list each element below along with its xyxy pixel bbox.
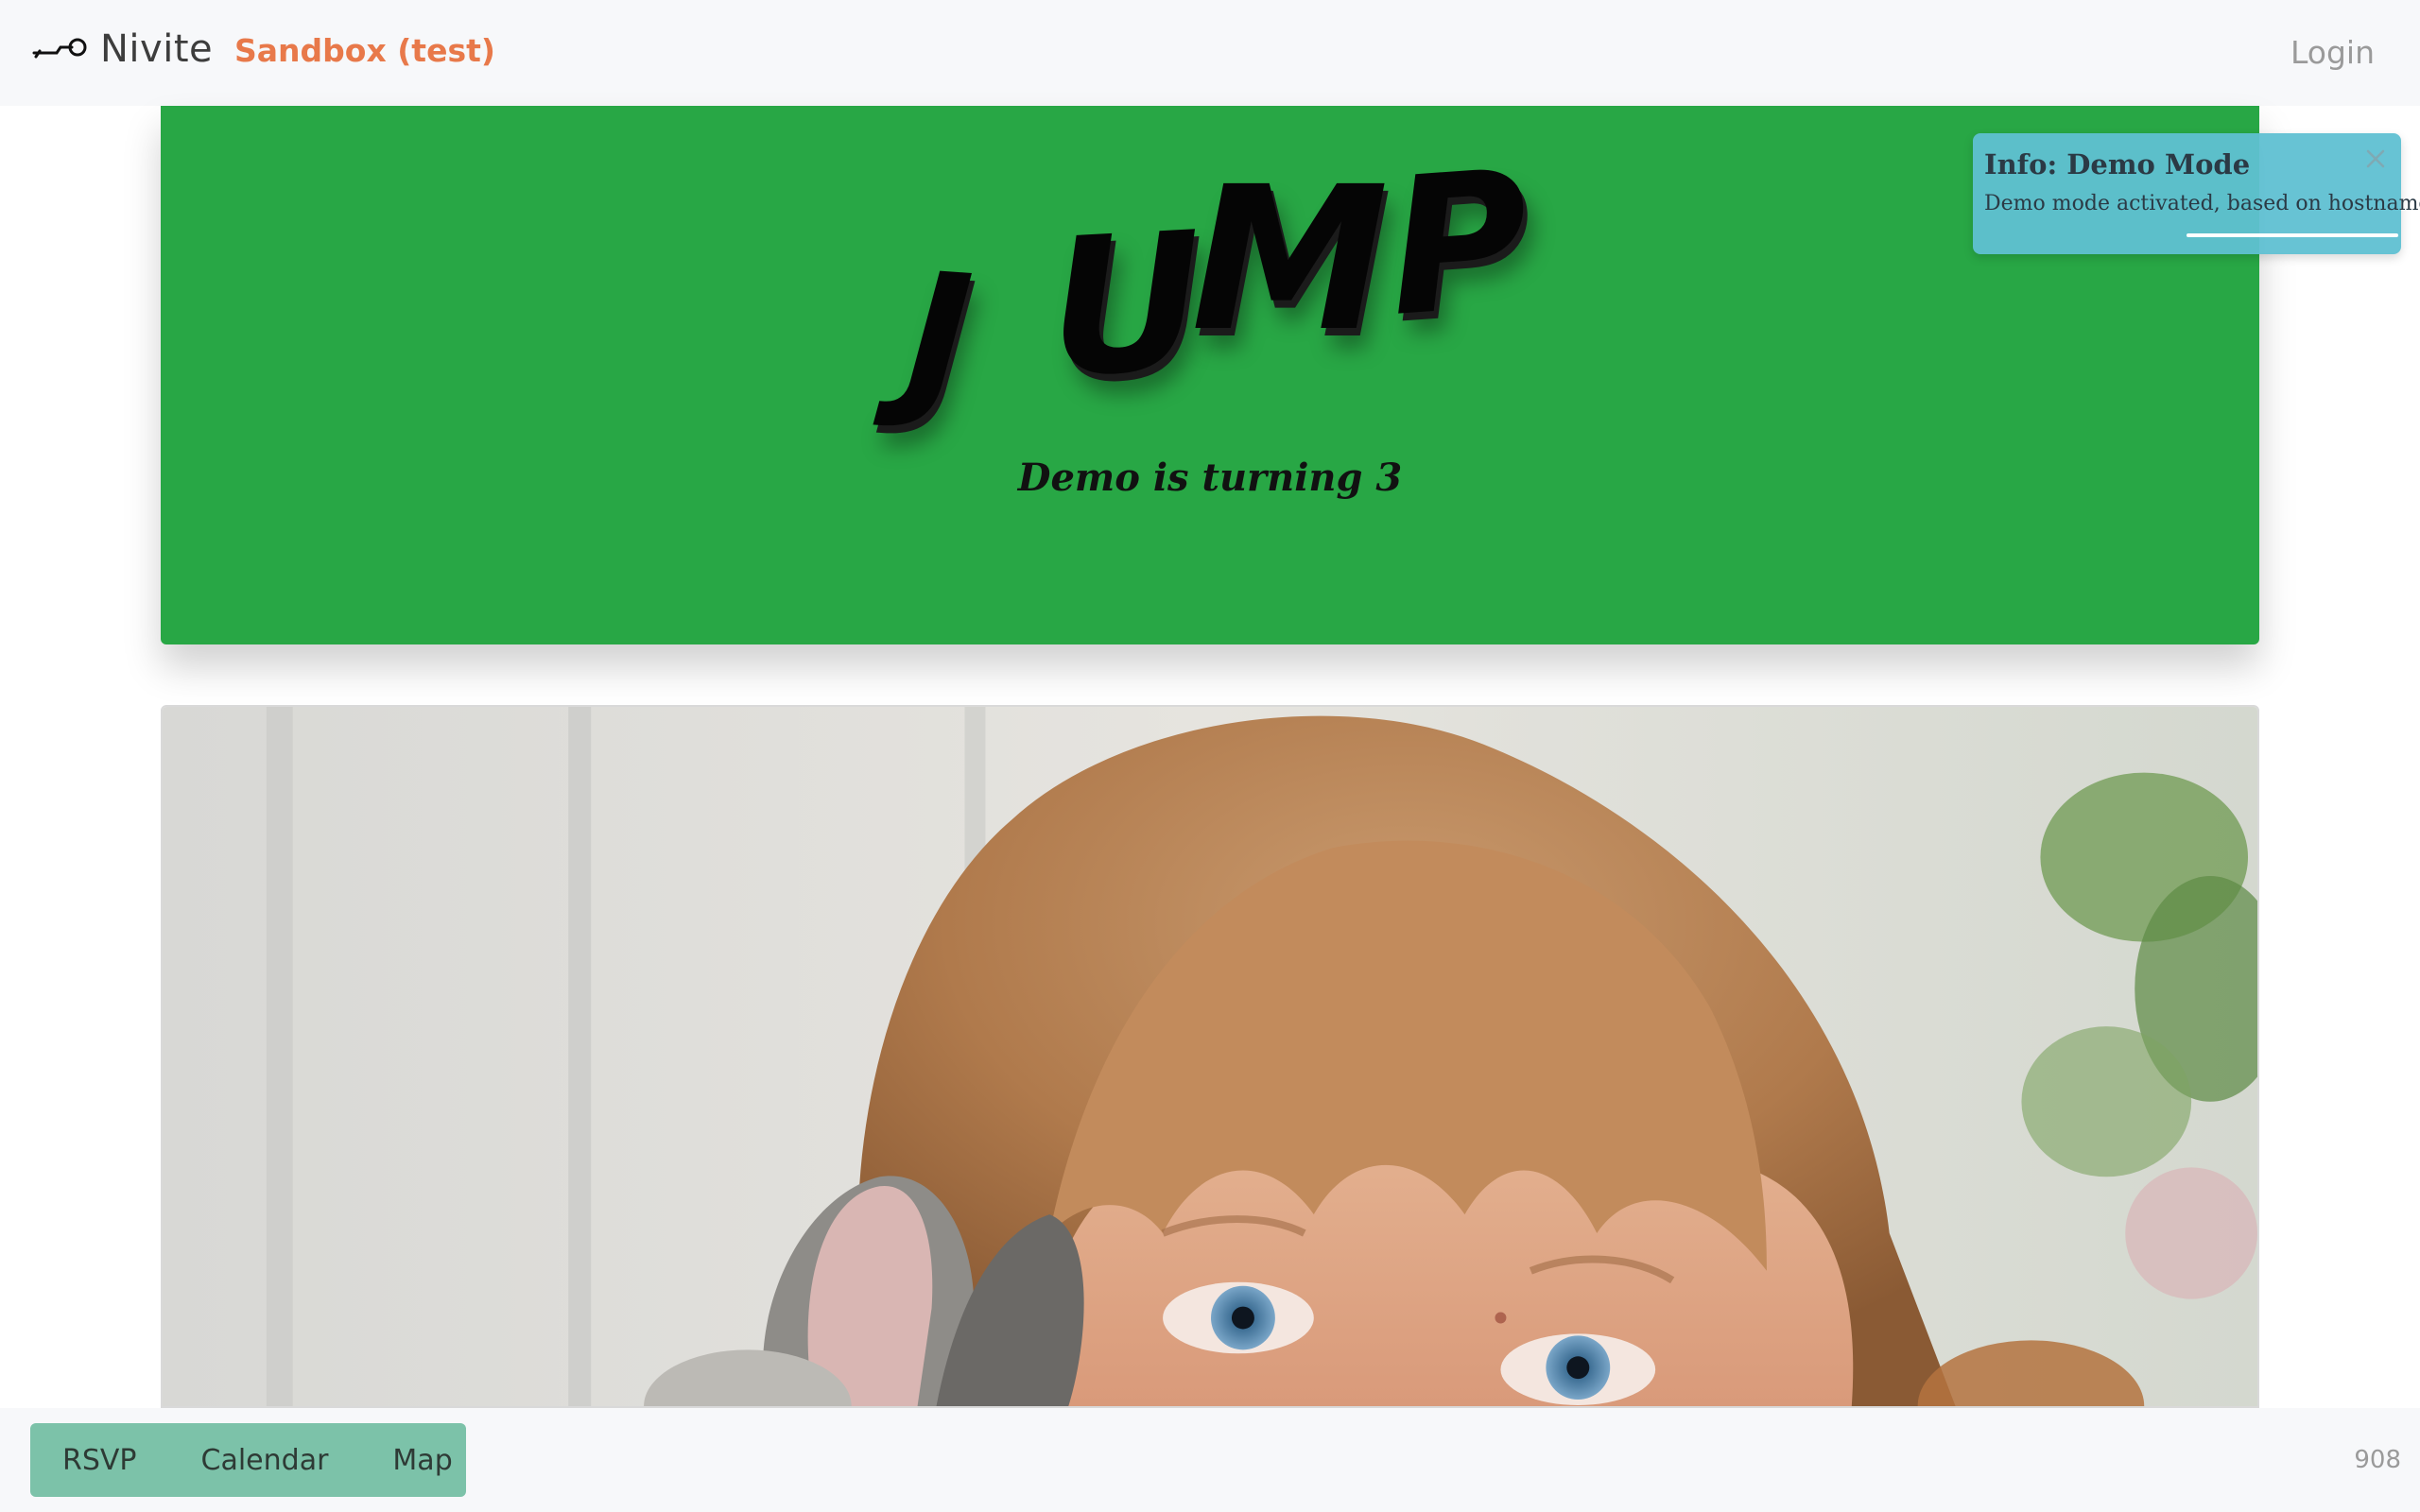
brand-name: Nivite xyxy=(100,27,214,71)
hero-letter: J xyxy=(900,235,978,438)
brand-link[interactable]: Nivite xyxy=(32,23,213,76)
top-navbar: Nivite Sandbox (test) Login xyxy=(0,0,2420,106)
nav-rsvp[interactable]: RSVP xyxy=(30,1444,169,1477)
login-link[interactable]: Login xyxy=(2290,34,2375,71)
hero-letter: U xyxy=(1044,191,1209,421)
hero-letter: P xyxy=(1382,129,1536,359)
toast-message: Demo mode activated, based on hostname xyxy=(1984,192,2420,215)
whistle-logo-icon xyxy=(32,38,87,60)
nav-calendar[interactable]: Calendar xyxy=(169,1444,361,1477)
environment-label: Sandbox (test) xyxy=(234,32,495,69)
info-toast: Info: Demo Mode Demo mode activated, bas… xyxy=(1973,133,2420,254)
view-counter: 908 xyxy=(2354,1446,2401,1474)
bottom-bar: RSVP Calendar Map 908 xyxy=(0,1408,2420,1512)
nav-map[interactable]: Map xyxy=(360,1444,484,1477)
girl-with-rabbit-photo xyxy=(163,707,2257,1406)
hero-banner: J U M P Demo is turning 3 xyxy=(161,106,2259,644)
hero-subtitle: Demo is turning 3 xyxy=(1017,455,1403,500)
hero-letter: M xyxy=(1191,144,1389,375)
event-photo xyxy=(161,705,2259,1408)
toast-progress-bar xyxy=(2187,233,2398,237)
bottom-nav: RSVP Calendar Map xyxy=(30,1423,466,1497)
toast-title: Info: Demo Mode xyxy=(1984,148,2251,180)
hero-title: J U M P xyxy=(161,106,2259,644)
close-icon[interactable] xyxy=(2363,146,2388,171)
